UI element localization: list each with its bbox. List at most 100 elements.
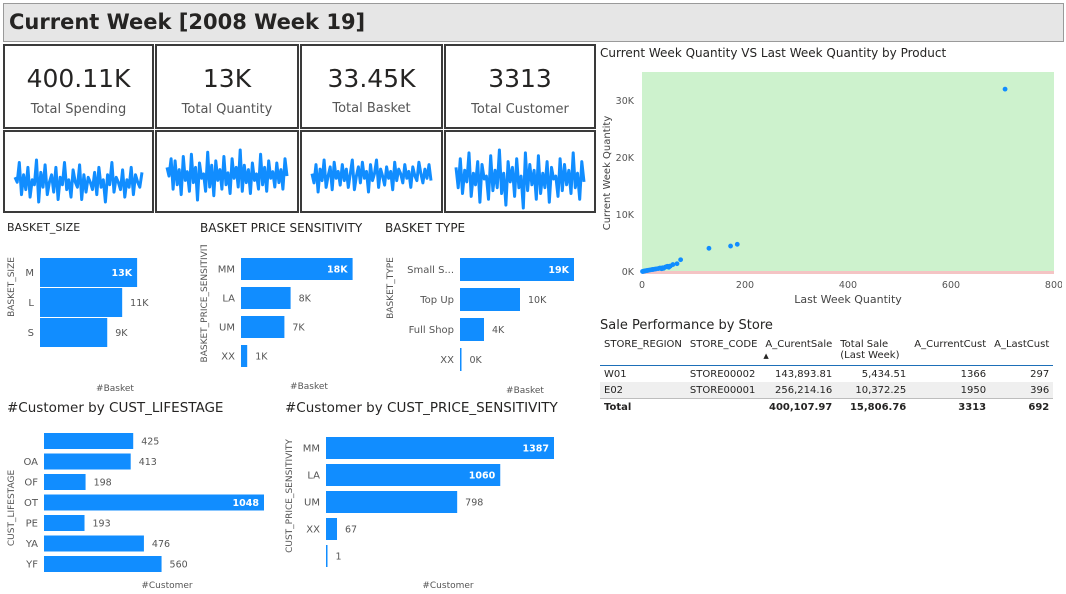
data-label: 11K xyxy=(130,298,149,309)
scatter-point xyxy=(674,261,680,267)
y-tick-label: 20K xyxy=(616,153,635,164)
cell-total-current-sale: 400,107.97 xyxy=(761,398,837,415)
bar xyxy=(44,474,86,490)
bar xyxy=(460,288,520,311)
bar xyxy=(460,348,462,371)
bar xyxy=(241,316,285,338)
sparkline-card-spending[interactable] xyxy=(3,130,154,213)
kpi-card-total-quantity[interactable]: 13K Total Quantity xyxy=(155,44,299,129)
sale-performance-table[interactable]: STORE_REGION STORE_CODE A_CurentSale ▲ T… xyxy=(600,337,1054,415)
kpi-value: 400.11K xyxy=(26,64,131,93)
baseline-band xyxy=(642,271,1054,274)
chart-title: #Customer by CUST_LIFESTAGE xyxy=(7,400,224,416)
bar xyxy=(326,545,328,567)
data-label: 1387 xyxy=(523,444,549,455)
category-label: YF xyxy=(25,560,38,571)
cell-current-sale: 256,214.16 xyxy=(761,382,837,399)
table-title: Sale Performance by Store xyxy=(600,318,773,333)
category-label: OT xyxy=(24,498,39,509)
y-axis-title: CUST_LIFESTAGE xyxy=(7,470,17,547)
sort-ascending-icon[interactable]: ▲ xyxy=(763,352,768,360)
x-tick-label: 0 xyxy=(639,280,645,291)
column-header-store-region[interactable]: STORE_REGION xyxy=(600,337,686,366)
cell-current-cust: 1950 xyxy=(910,382,991,399)
page-header: Current Week [2008 Week 19] xyxy=(3,3,1064,42)
cell-store-code: STORE00002 xyxy=(689,368,756,380)
table-header-row: STORE_REGION STORE_CODE A_CurentSale ▲ T… xyxy=(600,337,1054,366)
cell-current-cust: 1366 xyxy=(960,368,987,380)
cell-total-label: Total xyxy=(600,398,686,415)
bar xyxy=(326,437,554,459)
x-axis-title: #Customer xyxy=(422,581,474,591)
data-label: 8K xyxy=(299,294,312,305)
bar xyxy=(40,288,123,317)
category-label: L xyxy=(28,298,34,309)
category-label: PE xyxy=(26,519,38,530)
column-header-current-cust[interactable]: A_CurrentCust xyxy=(910,337,990,366)
basket-type-bar-chart[interactable]: Small S... 19K Top Up 10K Full Shop 4K XX 0K BAS… xyxy=(380,245,580,395)
basket-price-sensitivity-bar-chart[interactable]: MM 18K LA 8K UM 7K XX 1K BASKET_PRICE_SENSITIVIT… xyxy=(195,245,380,395)
x-axis-title: #Basket xyxy=(96,384,134,394)
chart-title: #Customer by CUST_PRICE_SENSITIVITY xyxy=(285,400,558,416)
sparkline-card-quantity[interactable] xyxy=(155,130,299,213)
x-tick-label: 600 xyxy=(942,280,960,291)
data-label: 19K xyxy=(548,265,569,276)
scatter-point xyxy=(728,243,733,249)
sparkline-chart xyxy=(454,148,586,210)
sparkline-card-customer[interactable] xyxy=(444,130,596,213)
cust-price-sensitivity-bar-chart[interactable]: MM 1387 LA 1060 UM 798 XX 67 1 CUST_PRICE_SENSITI… xyxy=(280,428,580,594)
data-label: 4K xyxy=(492,325,505,336)
cell-current-sale: 143,893.81 xyxy=(775,368,833,380)
data-label: 1 xyxy=(336,552,342,563)
kpi-card-total-basket[interactable]: 33.45K Total Basket xyxy=(300,44,443,129)
category-label: Full Shop xyxy=(409,325,454,336)
category-label: Top Up xyxy=(419,295,454,306)
table-total-row: Total 400,107.97 15,806.76 3313 692 xyxy=(600,398,1054,415)
table-row[interactable]: W01 STORE00002 143,893.81 5,434.51 1366 … xyxy=(600,366,1053,383)
column-header-store-code[interactable]: STORE_CODE xyxy=(686,337,761,366)
x-tick-label: 400 xyxy=(839,280,857,291)
cust-lifestage-bar-chart[interactable]: 425 OA 413 OF 198 OT 1048 PE 193 YA 476 YF 560 CUST_L… xyxy=(0,428,280,594)
kpi-card-total-spending[interactable]: 400.11K Total Spending xyxy=(3,44,154,129)
category-label: UM xyxy=(219,323,235,334)
scatter-chart[interactable]: 0K 10K 20K 30K 0 200 400 600 800 Last Week Quanti… xyxy=(596,64,1062,310)
bar xyxy=(44,556,162,572)
plot-area-background xyxy=(642,72,1054,274)
column-header-current-sale[interactable]: A_CurentSale ▲ xyxy=(761,337,836,366)
data-label: 9K xyxy=(115,328,128,339)
column-header-label: A_CurentSale xyxy=(765,339,833,350)
cell-store-code: STORE00001 xyxy=(685,382,762,399)
y-tick-label: 30K xyxy=(616,96,635,107)
y-tick-label: 0K xyxy=(622,267,635,278)
category-label: M xyxy=(25,268,34,279)
bar xyxy=(44,433,134,449)
column-header-last-cust[interactable]: A_LastCust xyxy=(990,337,1053,366)
sparkline-chart xyxy=(310,158,433,194)
bar xyxy=(326,491,458,513)
data-label: 67 xyxy=(345,525,357,536)
bar xyxy=(44,535,144,552)
cell-last-cust: 396 xyxy=(990,382,1054,399)
basket-size-bar-chart[interactable]: M 13K L 11K S 9K BASKET_SIZE #Basket xyxy=(0,245,190,395)
bar xyxy=(460,318,484,341)
column-header-total-sale-last-week[interactable]: Total Sale (Last Week) xyxy=(836,337,910,366)
data-label: 193 xyxy=(93,519,111,530)
kpi-card-total-customer[interactable]: 3313 Total Customer xyxy=(444,44,596,129)
data-label: 18K xyxy=(327,265,348,276)
cell-total-empty xyxy=(685,398,762,415)
sparkline-card-basket[interactable] xyxy=(300,130,443,213)
kpi-label: Total Quantity xyxy=(181,102,273,117)
data-label: 10K xyxy=(528,295,547,306)
data-label: 198 xyxy=(94,478,112,489)
category-label: MM xyxy=(303,444,320,455)
x-axis-title: Last Week Quantity xyxy=(794,293,902,306)
data-label: 1060 xyxy=(469,471,496,482)
y-tick-label: 10K xyxy=(616,210,635,221)
cell-total-last-sale: 15,806.76 xyxy=(836,398,911,415)
category-label: OA xyxy=(23,457,38,468)
kpi-value: 3313 xyxy=(488,64,552,93)
category-label: YA xyxy=(25,539,38,550)
y-axis-title: Current Week Quantity xyxy=(602,116,613,231)
table-row[interactable]: E02 STORE00001 256,214.16 10,372.25 1950… xyxy=(600,382,1054,399)
x-axis-title: #Basket xyxy=(506,386,544,395)
